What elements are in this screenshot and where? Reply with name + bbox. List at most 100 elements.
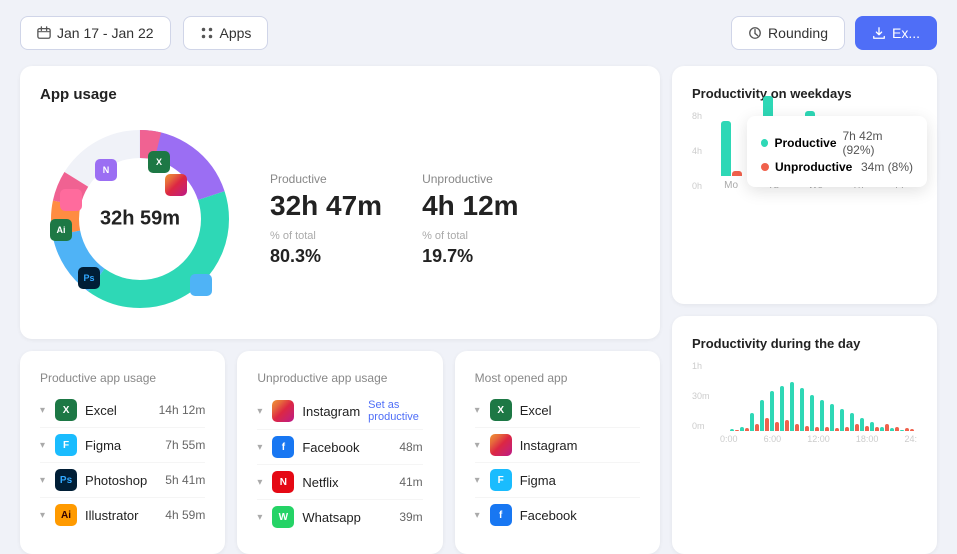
- list-item[interactable]: ▾PsPhotoshop5h 41m: [40, 463, 205, 498]
- chevron-down-icon: ▾: [257, 442, 262, 453]
- date-range-button[interactable]: Jan 17 - Jan 22: [20, 16, 171, 50]
- right-buttons: Rounding Ex...: [731, 16, 937, 50]
- tooltip-productive-dot: [761, 139, 768, 147]
- day-label: Mo: [724, 180, 738, 191]
- unproductive-bar: [825, 427, 829, 431]
- productive-apps-list: ▾XExcel14h 12m▾FFigma7h 55m▾PsPhotoshop5…: [40, 393, 205, 532]
- intraday-bar-group: [780, 371, 789, 431]
- list-item[interactable]: ▾NNetflix41m: [257, 465, 422, 500]
- app-time: 41m: [399, 475, 422, 489]
- illustrator-icon: Ai: [55, 504, 77, 526]
- set-productive-button[interactable]: Set as productive: [368, 399, 422, 423]
- intraday-x-axis: 0:00 6:00 12:00 18:00 24:: [720, 434, 917, 444]
- intraday-bar-group: [840, 371, 849, 431]
- productive-bar: [760, 400, 764, 432]
- list-item[interactable]: ▾XExcel: [475, 393, 640, 428]
- unproductive-label: Unproductive: [422, 172, 519, 186]
- intraday-bar-group: [760, 371, 769, 431]
- intraday-chart-title: Productivity during the day: [692, 336, 917, 351]
- unproductive-value: 4h 12m: [422, 190, 519, 222]
- chevron-down-icon: ▾: [475, 510, 480, 521]
- app-time: 14h 12m: [159, 403, 206, 417]
- chart-tooltip: Productive 7h 42m (92%) Unproductive 34m…: [747, 116, 927, 187]
- intraday-bar-group: [870, 371, 879, 431]
- productive-apps-title: Productive app usage: [40, 371, 205, 385]
- figma-icon: F: [490, 469, 512, 491]
- unproductive-bar: [755, 424, 759, 431]
- app-name: Instagram: [302, 404, 360, 419]
- chevron-down-icon: ▾: [40, 405, 45, 416]
- app-time: 48m: [399, 440, 422, 454]
- intraday-chart-card: Productivity during the day 1h 30m 0m 0:…: [672, 316, 937, 554]
- apps-icon: [200, 26, 214, 40]
- unproductive-bar: [785, 420, 789, 431]
- bottom-grid: Productive app usage ▾XExcel14h 12m▾FFig…: [20, 351, 660, 554]
- unproductive-bar: [855, 424, 859, 431]
- intraday-bar-group: [723, 371, 725, 431]
- tooltip-productive-label: Productive: [774, 136, 836, 150]
- intraday-bar-group: [915, 371, 917, 431]
- list-item[interactable]: ▾WWhatsapp39m: [257, 500, 422, 534]
- apps-button[interactable]: Apps: [183, 16, 269, 50]
- tooltip-unproductive-label: Unproductive: [775, 160, 855, 174]
- top-bar: Jan 17 - Jan 22 Apps Rounding Ex...: [0, 0, 957, 66]
- export-button[interactable]: Ex...: [855, 16, 937, 50]
- date-range-label: Jan 17 - Jan 22: [57, 25, 154, 41]
- app-name: Figma: [520, 473, 640, 488]
- app-usage-inner: X Ai Ps N 32h 59m Productive 32h 47m % o…: [40, 119, 640, 319]
- list-item[interactable]: ▾ F Figma: [475, 463, 640, 498]
- productive-bar: [810, 395, 814, 431]
- unproductive-stat: Unproductive 4h 12m % of total 19.7%: [422, 172, 519, 267]
- productive-bar: [800, 388, 804, 431]
- productive-apps-card: Productive app usage ▾XExcel14h 12m▾FFig…: [20, 351, 225, 554]
- productive-bar: [740, 427, 744, 432]
- productive-bar: [770, 391, 774, 432]
- instagram-icon: [272, 400, 294, 422]
- list-item[interactable]: ▾XExcel14h 12m: [40, 393, 205, 428]
- intraday-bar-group: [800, 371, 809, 431]
- intraday-bar-group: [728, 371, 730, 431]
- facebook-icon: f: [272, 436, 294, 458]
- intraday-bar-group: [910, 371, 914, 431]
- list-item[interactable]: ▾FFigma7h 55m: [40, 428, 205, 463]
- list-item[interactable]: ▾Instagram: [475, 428, 640, 463]
- most-opened-card: Most opened app ▾XExcel▾Instagram▾FFigma…: [455, 351, 660, 554]
- unproductive-bar: [905, 428, 909, 431]
- app-name: Instagram: [520, 438, 640, 453]
- figma-icon: F: [55, 434, 77, 456]
- productive-bar: [900, 430, 904, 431]
- intraday-bar-group: [790, 371, 799, 431]
- unproductive-bar: [845, 427, 849, 432]
- productive-stat: Productive 32h 47m % of total 80.3%: [270, 172, 382, 267]
- unproductive-bar: [775, 422, 779, 431]
- list-item[interactable]: ▾InstagramSet as productive: [257, 393, 422, 430]
- unproductive-bar: [735, 430, 739, 431]
- app-time: 5h 41m: [165, 473, 205, 487]
- productive-bar: [721, 121, 731, 176]
- productive-bar: [850, 413, 854, 431]
- rounding-icon: [748, 26, 762, 40]
- netflix-icon: N: [272, 471, 294, 493]
- unproductive-bar: [910, 429, 914, 431]
- list-item[interactable]: ▾AiIllustrator4h 59m: [40, 498, 205, 532]
- chevron-down-icon: ▾: [40, 510, 45, 521]
- app-name: Whatsapp: [302, 510, 391, 525]
- unproductive-apps-card: Unproductive app usage ▾InstagramSet as …: [237, 351, 442, 554]
- productive-bar: [730, 429, 734, 431]
- app-name: Excel: [520, 403, 640, 418]
- unproductive-bar: [865, 426, 869, 431]
- list-item[interactable]: ▾fFacebook48m: [257, 430, 422, 465]
- app-time: 39m: [399, 510, 422, 524]
- export-label: Ex...: [892, 25, 920, 41]
- list-item[interactable]: ▾fFacebook: [475, 498, 640, 532]
- tooltip-unproductive-dot: [761, 163, 769, 171]
- unproductive-pct-label: % of total: [422, 230, 519, 242]
- tooltip-unproductive-row: Unproductive 34m (8%): [761, 160, 913, 174]
- rounding-button[interactable]: Rounding: [731, 16, 845, 50]
- intraday-bar-group: [810, 371, 819, 431]
- intraday-bar-group: [890, 371, 899, 431]
- intraday-bar-group: [880, 371, 889, 431]
- app-name: Figma: [85, 438, 157, 453]
- intraday-bars: [720, 361, 917, 431]
- chevron-down-icon: ▾: [475, 475, 480, 486]
